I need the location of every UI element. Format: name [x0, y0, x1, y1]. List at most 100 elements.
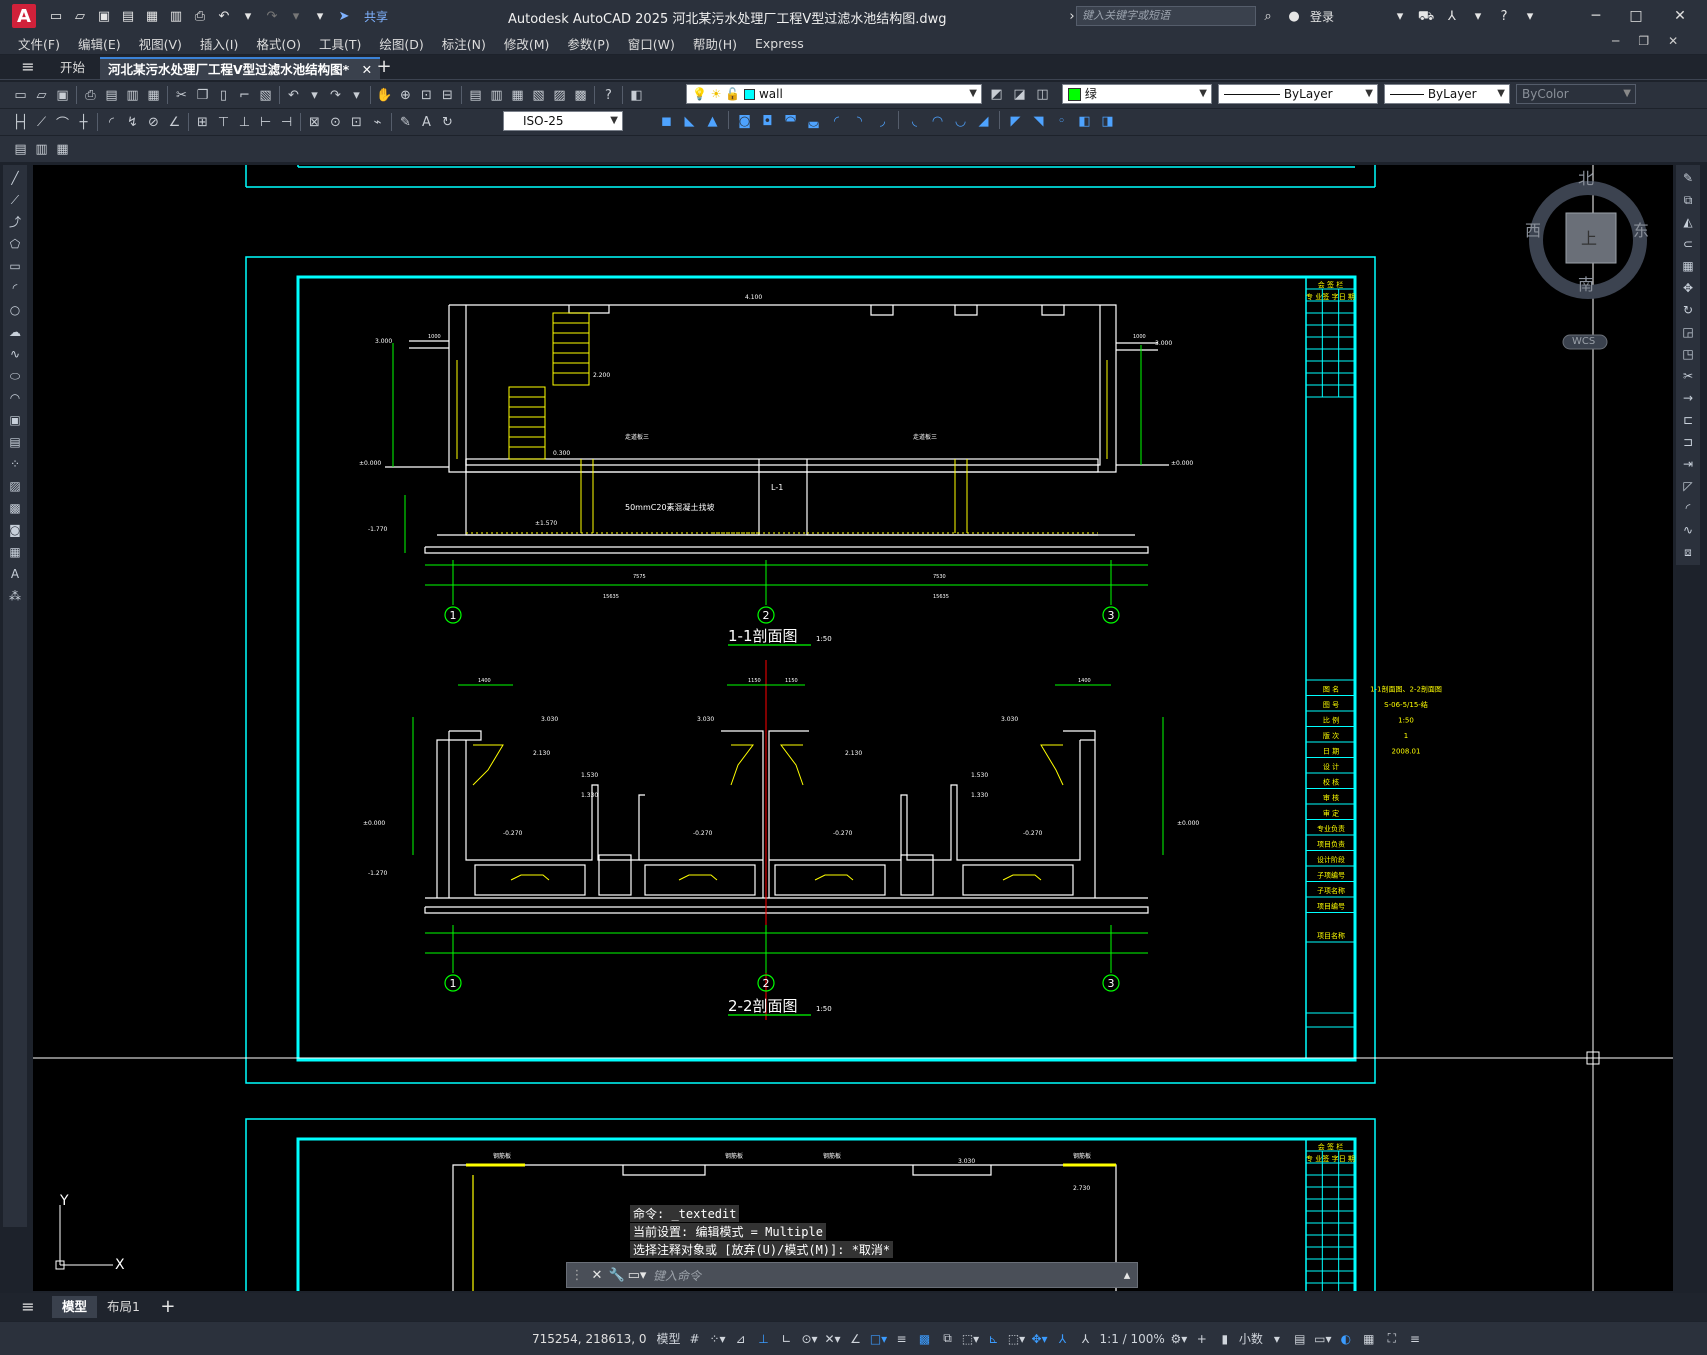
chamfer-icon[interactable]: ◸ — [1679, 477, 1697, 495]
stretch-icon[interactable]: ◳ — [1679, 345, 1697, 363]
selection-filter-icon[interactable]: ⬚▾ — [1008, 1329, 1026, 1349]
redo-icon[interactable]: ↷ — [325, 85, 346, 106]
extend-icon[interactable]: → — [1679, 389, 1697, 407]
ortho-icon[interactable]: ∟ — [778, 1329, 796, 1349]
point-icon[interactable]: ⁘ — [6, 455, 24, 473]
customize-wrench-icon[interactable]: 🔧 — [607, 1265, 627, 1285]
grip-icon[interactable]: ⋮ — [567, 1265, 587, 1285]
new-tab-icon[interactable]: + — [374, 57, 394, 77]
linetype-dropdown[interactable]: ByLayer ▼ — [1218, 84, 1378, 104]
auto-scale-icon[interactable]: ⅄ — [1077, 1329, 1095, 1349]
publish-icon[interactable]: ▥ — [122, 85, 143, 106]
layout-menu-icon[interactable]: ≡ — [18, 1297, 38, 1317]
add-layout-icon[interactable]: + — [158, 1297, 178, 1317]
print-icon[interactable]: ⎙ — [190, 6, 210, 26]
layer-states-icon[interactable]: ◫ — [1032, 84, 1053, 105]
lineweight-icon[interactable]: ≡ — [893, 1329, 911, 1349]
doc-close-button[interactable]: ✕ — [1668, 34, 1678, 48]
new-file-icon[interactable]: ▭ — [46, 6, 66, 26]
angular-dim-icon[interactable]: ∠ — [164, 112, 185, 133]
dim-break-icon[interactable]: ⊣ — [276, 112, 297, 133]
recent-commands-icon[interactable]: ▭▾ — [627, 1265, 647, 1285]
arc-icon[interactable]: ◜ — [6, 279, 24, 297]
dynamic-ucs-icon[interactable]: ⊾ — [985, 1329, 1003, 1349]
undo-icon[interactable]: ↶ — [214, 6, 234, 26]
chevron-down-icon[interactable]: ▾ — [1390, 6, 1410, 26]
object-snap-icon[interactable]: □▾ — [870, 1329, 888, 1349]
menu-item-8[interactable]: 修改(M) — [504, 34, 550, 53]
paste-icon[interactable]: ▯ — [213, 85, 234, 106]
new-icon[interactable]: ▭ — [10, 85, 31, 106]
tool-palettes-icon[interactable]: ▦ — [507, 85, 528, 106]
close-button[interactable]: ✕ — [1668, 5, 1692, 27]
polar-tracking-icon[interactable]: ⊙▾ — [801, 1329, 819, 1349]
construction-line-icon[interactable]: ⟋ — [6, 191, 24, 209]
pan-icon[interactable]: ✋ — [374, 85, 395, 106]
drawing-canvas[interactable]: 会 签 栏专 业签 字日 期图 名 1-1剖面图、2-2剖面图图 号 S-06-5/… — [33, 165, 1673, 1291]
open-folder-icon[interactable]: ▱ — [70, 6, 90, 26]
doc-restore-button[interactable]: ❐ — [1638, 34, 1649, 48]
3d-osnap-icon[interactable]: ⬚▾ — [962, 1329, 980, 1349]
search-input[interactable]: 键入关键字或短语 — [1076, 6, 1256, 26]
mirror-icon[interactable]: ◭ — [1679, 213, 1697, 231]
clean-screen-icon[interactable]: ⛶ — [1383, 1329, 1401, 1349]
units-icon[interactable]: ▮ — [1216, 1329, 1234, 1349]
tab-start[interactable]: 开始 — [52, 57, 93, 79]
inspection-icon[interactable]: ⊡ — [346, 112, 367, 133]
infer-constraints-icon[interactable]: ⊿ — [732, 1329, 750, 1349]
help-icon[interactable]: ? — [1494, 6, 1514, 26]
plot-icon[interactable]: ⎙ — [80, 85, 101, 106]
circle-icon[interactable]: ○ — [6, 301, 24, 319]
wedge-icon[interactable]: ◣ — [679, 111, 700, 132]
flatshot-icon[interactable]: ◡ — [950, 111, 971, 132]
linear-dim-icon[interactable]: ├┤ — [10, 112, 31, 133]
scale-icon[interactable]: ◲ — [1679, 323, 1697, 341]
polyline-icon[interactable]: ⤴ — [6, 213, 24, 231]
radius-dim-icon[interactable]: ◜ — [101, 112, 122, 133]
doc-minimize-button[interactable]: ─ — [1612, 34, 1619, 48]
markup-icon[interactable]: ▨ — [549, 85, 570, 106]
line-icon[interactable]: ╱ — [6, 169, 24, 187]
dim-update-icon[interactable]: ↻ — [437, 112, 458, 133]
aligned-dim-icon[interactable]: ⟋ — [31, 112, 52, 133]
section-plane-icon[interactable]: ◠ — [927, 111, 948, 132]
chevron-down-icon[interactable]: ▾ — [1520, 6, 1540, 26]
undo-dropdown-icon[interactable]: ▾ — [238, 6, 258, 26]
multileader-style-icon[interactable]: ▦ — [52, 139, 73, 160]
annotation-visibility-icon[interactable]: ⅄ — [1054, 1329, 1072, 1349]
loft-icon[interactable]: ◞ — [872, 111, 893, 132]
hatch-icon[interactable]: ▨ — [6, 477, 24, 495]
dim-text-edit-icon[interactable]: A — [416, 112, 437, 133]
plot-icon[interactable]: ▥ — [166, 6, 186, 26]
coordinates-readout[interactable]: 715254, 218613, 0 — [532, 1332, 647, 1346]
jogged-dim-icon[interactable]: ↯ — [122, 112, 143, 133]
3d-scale-icon[interactable]: ◨ — [1097, 111, 1118, 132]
dim-edit-icon[interactable]: ✎ — [395, 112, 416, 133]
selection-cycling-icon[interactable]: ⧉ — [939, 1329, 957, 1349]
command-history-toggle-icon[interactable]: ▴ — [1117, 1265, 1137, 1285]
tab-layout1[interactable]: 布局1 — [97, 1296, 150, 1318]
menu-item-4[interactable]: 格式(O) — [256, 34, 301, 53]
sheet-set-icon[interactable]: ▧ — [528, 85, 549, 106]
snap-icon[interactable]: ⁘▾ — [709, 1329, 727, 1349]
redo-dropdown-icon[interactable]: ▾ — [286, 6, 306, 26]
ellipse-arc-icon[interactable]: ◠ — [6, 389, 24, 407]
menu-item-10[interactable]: 窗口(W) — [628, 34, 675, 53]
dynamic-input-icon[interactable]: ⊥ — [755, 1329, 773, 1349]
lineweight-dropdown[interactable]: ByLayer ▼ — [1384, 84, 1510, 104]
close-command-icon[interactable]: ✕ — [587, 1265, 607, 1285]
menu-item-11[interactable]: 帮助(H) — [693, 34, 737, 53]
undo-icon[interactable]: ↶ — [283, 85, 304, 106]
move-icon[interactable]: ✥ — [1679, 279, 1697, 297]
annotation-scale[interactable]: 1:1 / 100% — [1100, 1329, 1165, 1349]
insert-block-icon[interactable]: ▣ — [6, 411, 24, 429]
continue-dim-icon[interactable]: ⊥ — [234, 112, 255, 133]
tolerance-icon[interactable]: ⊠ — [304, 112, 325, 133]
save-icon[interactable]: ▣ — [94, 6, 114, 26]
menu-item-6[interactable]: 绘图(D) — [379, 34, 423, 53]
3d-print-icon[interactable]: ▦ — [143, 85, 164, 106]
menu-item-12[interactable]: Express — [755, 36, 804, 51]
close-tab-icon[interactable]: ✕ — [362, 62, 372, 77]
layer-properties-icon[interactable]: ◧ — [626, 85, 647, 106]
polygon-icon[interactable]: ⬠ — [6, 235, 24, 253]
